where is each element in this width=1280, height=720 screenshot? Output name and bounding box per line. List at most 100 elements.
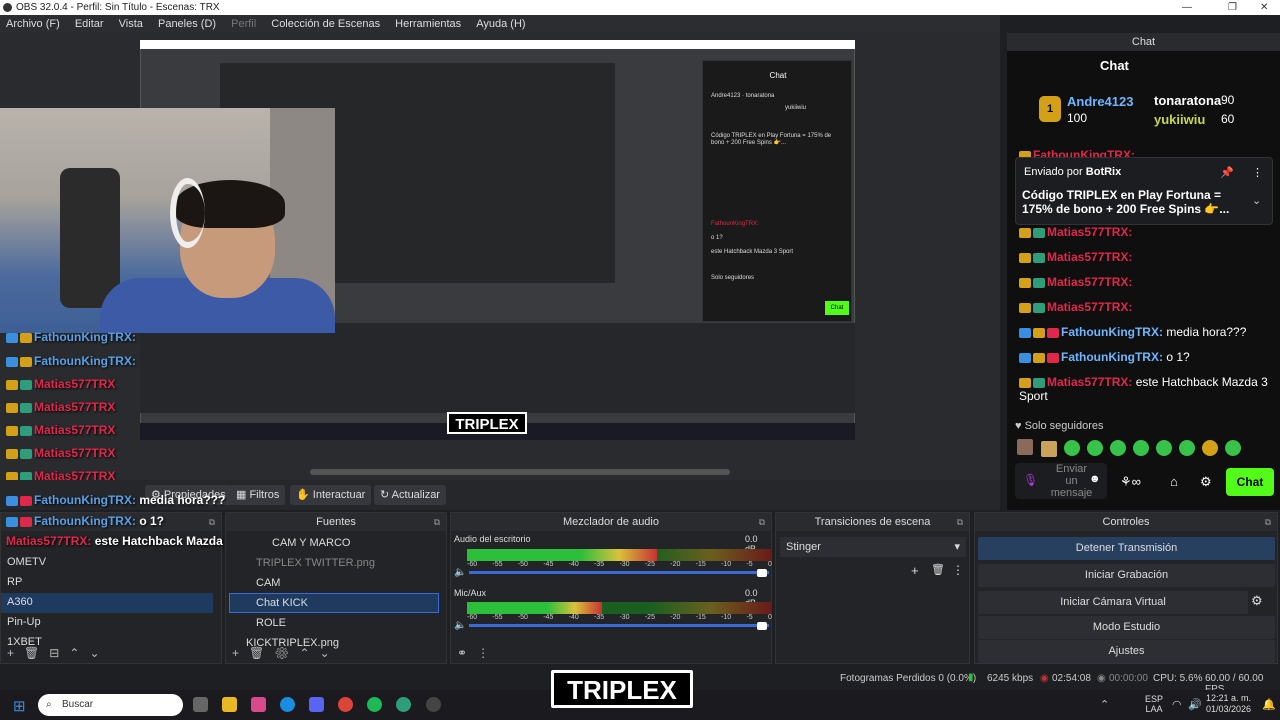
tray-chevron-icon[interactable]: ⌃ bbox=[1100, 698, 1109, 711]
mixer-header: Mezclador de audio ⧉ bbox=[451, 513, 771, 531]
instagram-icon[interactable] bbox=[251, 697, 266, 712]
source-item-selected[interactable]: Chat KICK bbox=[256, 597, 308, 609]
windows-start-icon[interactable]: ⊞ bbox=[13, 697, 26, 715]
scene-item[interactable]: OMETV bbox=[7, 556, 46, 568]
emote-icon[interactable] bbox=[1110, 440, 1126, 456]
start-recording-button[interactable]: Iniciar Grabación bbox=[978, 564, 1275, 587]
gaming-chair bbox=[60, 168, 120, 308]
speaker-icon[interactable]: 🔈 bbox=[454, 567, 466, 578]
menu-scene-collection[interactable]: Colección de Escenas bbox=[271, 18, 380, 30]
pinned-message[interactable]: Enviado por BotRix 📌 ⋮ Código TRIPLEX en… bbox=[1015, 157, 1273, 225]
down-icon[interactable]: ⌄ bbox=[320, 646, 330, 660]
wifi-icon[interactable]: ◠ bbox=[1172, 698, 1182, 711]
source-item[interactable]: CAM bbox=[256, 577, 280, 589]
float-icon[interactable]: ⧉ bbox=[759, 513, 765, 531]
app-icon[interactable] bbox=[396, 697, 411, 712]
studio-mode-button[interactable]: Modo Estudio bbox=[978, 616, 1275, 639]
minimize-icon[interactable]: — bbox=[1182, 0, 1192, 15]
volume-icon[interactable]: 🔊 bbox=[1188, 698, 1202, 711]
chat-send-button[interactable]: Chat bbox=[1226, 468, 1274, 496]
edge-icon[interactable] bbox=[280, 697, 295, 712]
chevron-down-icon[interactable]: ⌄ bbox=[1252, 194, 1261, 207]
store-icon[interactable]: ⌂ bbox=[1170, 474, 1178, 489]
volume-knob[interactable] bbox=[757, 569, 767, 577]
emote-icon[interactable] bbox=[1041, 441, 1057, 457]
menu-profile[interactable]: Perfil bbox=[231, 18, 256, 30]
scene-item-selected[interactable]: A360 bbox=[7, 596, 33, 608]
emote-icon[interactable] bbox=[1156, 440, 1172, 456]
down-icon[interactable]: ⌄ bbox=[89, 646, 99, 660]
filter-icon[interactable]: ⊟ bbox=[49, 646, 59, 660]
float-icon[interactable]: ⧉ bbox=[434, 513, 440, 531]
add-icon[interactable]: + bbox=[7, 646, 14, 660]
gear-icon[interactable]: ⚙ bbox=[1200, 474, 1212, 490]
gear-icon[interactable]: ⚙ bbox=[1251, 593, 1263, 609]
volume-slider[interactable] bbox=[469, 624, 769, 627]
emote-icon[interactable] bbox=[1017, 439, 1033, 455]
add-icon[interactable]: + bbox=[911, 563, 919, 578]
mic-icon[interactable]: 🎙 bbox=[1023, 473, 1038, 487]
maximize-icon[interactable]: ❐ bbox=[1228, 0, 1237, 15]
up-icon[interactable]: ⌃ bbox=[300, 646, 310, 660]
preview-scrollbar[interactable] bbox=[310, 469, 730, 475]
emote-icon[interactable] bbox=[1087, 440, 1103, 456]
gear-icon[interactable]: ⚙ bbox=[274, 646, 289, 660]
chat-message: Matias577TRX: este Hatchback Mazda 3 Spo… bbox=[1019, 375, 1268, 403]
emote-icon[interactable] bbox=[1133, 440, 1149, 456]
file-explorer-icon[interactable] bbox=[222, 697, 237, 712]
filters-button[interactable]: ▦ Filtros bbox=[230, 485, 286, 505]
menu-tools[interactable]: Herramientas bbox=[395, 18, 461, 30]
speaker-icon[interactable]: 🔈 bbox=[454, 620, 466, 631]
emote-icon[interactable] bbox=[1202, 440, 1218, 456]
settings-button[interactable]: Ajustes bbox=[978, 640, 1275, 663]
discord-icon[interactable] bbox=[309, 697, 324, 712]
menu-docks[interactable]: Paneles (D) bbox=[158, 18, 216, 30]
scene-item[interactable]: Pin-Up bbox=[7, 616, 41, 628]
emoji-icon[interactable]: ☻ bbox=[1089, 473, 1101, 485]
preview-vertical-scrollbar[interactable] bbox=[990, 33, 1000, 480]
trash-icon[interactable]: 🗑 bbox=[249, 646, 264, 660]
chrome-icon[interactable] bbox=[338, 697, 353, 712]
trash-icon[interactable]: 🗑 bbox=[931, 563, 945, 576]
refresh-button[interactable]: ↻ Actualizar bbox=[374, 485, 446, 505]
link-icon[interactable]: ⚭ bbox=[457, 646, 467, 660]
menu-icon[interactable]: ⋮ bbox=[477, 646, 489, 660]
float-icon[interactable]: ⧉ bbox=[957, 513, 963, 531]
language-indicator[interactable]: ESP LAA bbox=[1145, 694, 1163, 714]
menu-edit[interactable]: Editar bbox=[75, 18, 104, 30]
volume-knob[interactable] bbox=[757, 622, 767, 630]
up-icon[interactable]: ⌃ bbox=[69, 646, 79, 660]
menu-icon[interactable]: ⋮ bbox=[952, 563, 964, 577]
pin-icon[interactable]: 📌 bbox=[1220, 166, 1234, 179]
source-item[interactable]: ROLE bbox=[256, 617, 286, 629]
source-item[interactable]: TRIPLEX TWITTER.png bbox=[256, 557, 375, 569]
points-icon[interactable]: ⚘∞ bbox=[1120, 474, 1141, 490]
scene-item[interactable]: RP bbox=[7, 576, 22, 588]
interact-button[interactable]: ✋ Interactuar bbox=[290, 485, 372, 505]
rec-time: 00:00:00 bbox=[1109, 673, 1148, 684]
notifications-icon[interactable]: 🔔 bbox=[1262, 698, 1276, 711]
source-item[interactable]: CAM Y MARCO bbox=[272, 537, 350, 549]
taskbar-search[interactable]: ⌕ Buscar bbox=[38, 694, 183, 716]
chat-input[interactable]: 🎙 Enviar un mensaje ☻ bbox=[1015, 463, 1107, 499]
emote-icon[interactable] bbox=[1179, 440, 1195, 456]
volume-slider[interactable] bbox=[469, 571, 769, 574]
obs-icon[interactable] bbox=[426, 697, 441, 712]
float-icon[interactable]: ⧉ bbox=[209, 513, 215, 531]
transition-select[interactable]: Stinger ▾ bbox=[780, 537, 966, 557]
float-icon[interactable]: ⧉ bbox=[1265, 513, 1271, 531]
task-view-icon[interactable] bbox=[193, 697, 208, 712]
menu-help[interactable]: Ayuda (H) bbox=[476, 18, 525, 30]
emote-icon[interactable] bbox=[1064, 440, 1080, 456]
add-icon[interactable]: + bbox=[232, 646, 239, 660]
menu-view[interactable]: Vista bbox=[119, 18, 143, 30]
more-icon[interactable]: ⋮ bbox=[1252, 166, 1263, 179]
stop-streaming-button[interactable]: Detener Transmisión bbox=[978, 537, 1275, 560]
trash-icon[interactable]: 🗑 bbox=[24, 646, 39, 660]
menu-file[interactable]: Archivo (F) bbox=[6, 18, 60, 30]
emote-icon[interactable] bbox=[1225, 440, 1241, 456]
close-icon[interactable]: ✕ bbox=[1260, 0, 1268, 15]
spotify-icon[interactable] bbox=[367, 697, 382, 712]
start-virtual-camera-button[interactable]: Iniciar Cámara Virtual bbox=[978, 591, 1248, 614]
clock[interactable]: 12:21 a. m. 01/03/2026 bbox=[1206, 693, 1251, 715]
